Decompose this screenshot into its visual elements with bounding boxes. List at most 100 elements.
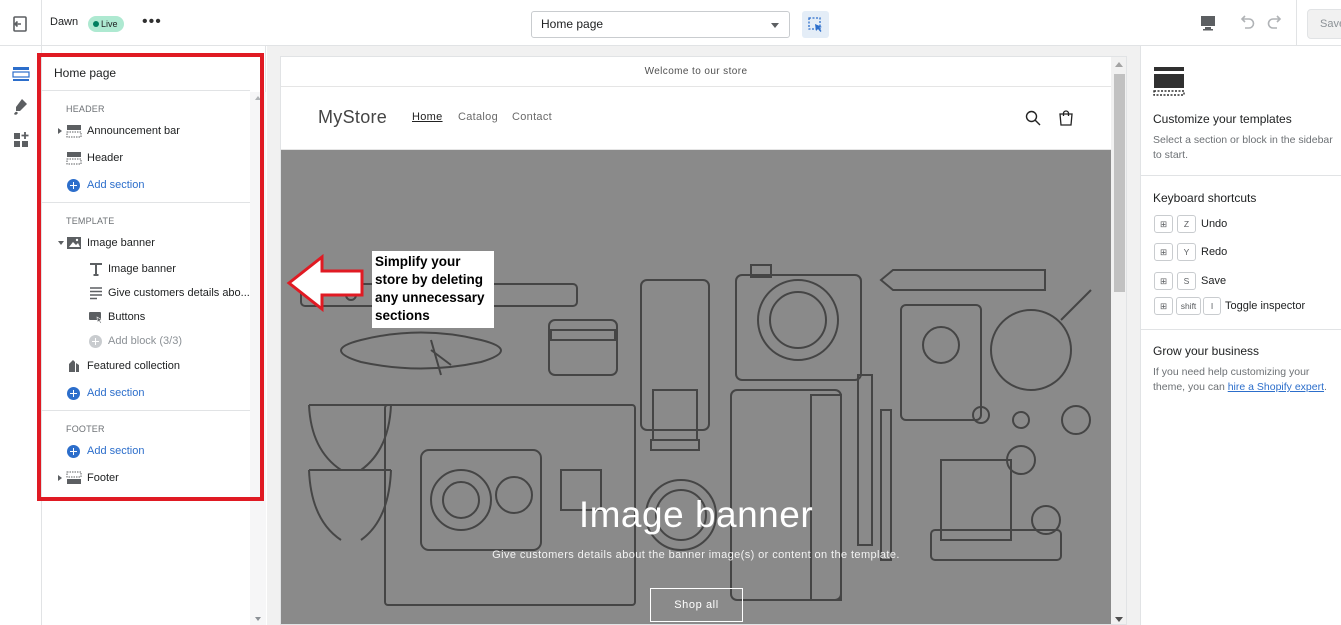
divider: [42, 410, 250, 411]
group-label-footer: FOOTER: [66, 424, 105, 434]
cart-icon[interactable]: [1057, 109, 1075, 127]
inspector-icon: [808, 17, 822, 32]
sections-sidebar: Home page HEADER Announcement bar Header…: [42, 46, 266, 625]
theme-settings-icon[interactable]: [10, 96, 32, 118]
add-section-footer-button[interactable]: Add section: [54, 440, 249, 462]
image-icon: [67, 237, 81, 249]
sidebar-item-label: Image banner: [87, 237, 155, 249]
chevron-down-icon: [771, 23, 779, 28]
block-item-label: Image banner: [108, 263, 176, 275]
divider: [42, 202, 250, 203]
plus-circle-icon: [67, 445, 80, 458]
chevron-right-icon[interactable]: [58, 128, 62, 134]
left-arrow-icon: [286, 254, 364, 312]
divider: [42, 90, 250, 91]
desktop-preview-icon[interactable]: [1198, 13, 1218, 33]
redo-icon[interactable]: [1265, 13, 1285, 33]
banner-title: Image banner: [578, 494, 814, 535]
group-label-header: HEADER: [66, 104, 105, 114]
shortcut-label-toggle-inspector: Toggle inspector: [1225, 300, 1306, 312]
right-panel: Customize your templates Select a sectio…: [1140, 46, 1341, 625]
key-modifier: ⊞: [1154, 272, 1173, 290]
sidebar-item-label: Featured collection: [87, 360, 180, 372]
add-block-button[interactable]: Add block (3/3): [54, 330, 249, 352]
customize-text: Select a section or block in the sidebar…: [1153, 134, 1333, 161]
scrollbar-thumb[interactable]: [1114, 74, 1125, 292]
collection-icon: [69, 360, 79, 372]
block-item-buttons[interactable]: Buttons: [54, 306, 249, 328]
key-modifier: ⊞: [1154, 297, 1173, 315]
sidebar-item-announcement-bar[interactable]: Announcement bar: [54, 120, 249, 142]
key-shift: shift: [1176, 297, 1201, 315]
scroll-down-icon[interactable]: [1115, 617, 1123, 622]
sidebar-item-image-banner[interactable]: Image banner: [54, 232, 249, 254]
divider: [41, 0, 42, 46]
callout-annotation: Simplify your store by deleting any unne…: [372, 251, 494, 328]
sidebar-item-label: Announcement bar: [87, 125, 180, 137]
key-i: I: [1203, 297, 1221, 315]
hire-expert-link[interactable]: hire a Shopify expert: [1228, 381, 1324, 393]
plus-circle-icon: [89, 335, 102, 348]
store-logo[interactable]: MyStore: [318, 107, 387, 128]
grow-title: Grow your business: [1153, 344, 1260, 358]
add-section-label: Add section: [87, 179, 145, 191]
sidebar-item-footer[interactable]: Footer: [54, 467, 249, 489]
nav-link-contact[interactable]: Contact: [512, 111, 552, 123]
search-icon[interactable]: [1024, 109, 1042, 127]
grow-text: If you need help customizing your theme,…: [1153, 365, 1333, 395]
inspector-toggle-button[interactable]: [802, 11, 829, 38]
grow-text-after: .: [1324, 381, 1327, 393]
divider: [1141, 175, 1341, 176]
section-icon: [66, 125, 82, 138]
divider: [1141, 329, 1341, 330]
add-section-header-button[interactable]: Add section: [54, 174, 249, 196]
shortcut-label-undo: Undo: [1201, 218, 1228, 230]
exit-icon[interactable]: [10, 14, 30, 34]
scroll-up-icon[interactable]: [255, 96, 261, 100]
add-section-label: Add section: [87, 445, 145, 457]
sidebar-item-featured-collection[interactable]: Featured collection: [54, 355, 249, 377]
scroll-down-icon[interactable]: [255, 617, 261, 621]
chevron-down-icon[interactable]: [58, 241, 64, 245]
shop-all-button[interactable]: Shop all: [650, 588, 743, 622]
key-modifier: ⊞: [1154, 243, 1173, 261]
preview-scrollbar[interactable]: [1111, 57, 1126, 624]
group-label-template: TEMPLATE: [66, 216, 115, 226]
template-icon: [1153, 67, 1185, 96]
announcement-bar[interactable]: Welcome to our store: [281, 57, 1111, 87]
left-rail: [0, 46, 42, 625]
image-banner[interactable]: Image banner Give customers details abou…: [281, 150, 1111, 624]
block-item-image-banner[interactable]: Image banner: [54, 258, 249, 280]
sections-icon[interactable]: [10, 63, 32, 85]
scroll-up-icon[interactable]: [1115, 62, 1123, 67]
top-bar: Dawn Live ••• Home page Save: [0, 0, 1341, 46]
divider: [1296, 0, 1297, 46]
section-icon: [66, 471, 82, 484]
button-icon: [89, 312, 103, 324]
sidebar-item-header[interactable]: Header: [54, 147, 249, 169]
shortcuts-title: Keyboard shortcuts: [1153, 191, 1257, 205]
block-item-label: Give customers details abo...: [108, 287, 250, 299]
block-item-give-customers[interactable]: Give customers details abo...: [54, 282, 250, 304]
nav-link-catalog[interactable]: Catalog: [458, 111, 498, 123]
app-embeds-icon[interactable]: [10, 129, 32, 151]
sidebar-scrollbar[interactable]: [250, 92, 266, 625]
nav-link-home[interactable]: Home: [412, 111, 443, 123]
paragraph-icon: [90, 287, 102, 300]
undo-icon[interactable]: [1237, 13, 1257, 33]
add-section-template-button[interactable]: Add section: [54, 382, 249, 404]
key-y: Y: [1177, 243, 1196, 261]
sidebar-title: Home page: [54, 66, 117, 80]
theme-name: Dawn: [50, 16, 79, 28]
add-section-label: Add section: [87, 387, 145, 399]
plus-circle-icon: [67, 387, 80, 400]
store-preview: Welcome to our store MyStore Home Catalo…: [280, 56, 1127, 625]
more-actions-button[interactable]: •••: [142, 12, 162, 32]
page-select[interactable]: Home page: [531, 11, 790, 38]
save-button[interactable]: Save: [1307, 9, 1341, 39]
store-header[interactable]: MyStore Home Catalog Contact: [281, 87, 1111, 150]
page-select-value: Home page: [541, 17, 604, 31]
banner-subtitle: Give customers details about the banner …: [492, 549, 900, 561]
customize-title: Customize your templates: [1153, 112, 1292, 126]
chevron-right-icon[interactable]: [58, 475, 62, 481]
